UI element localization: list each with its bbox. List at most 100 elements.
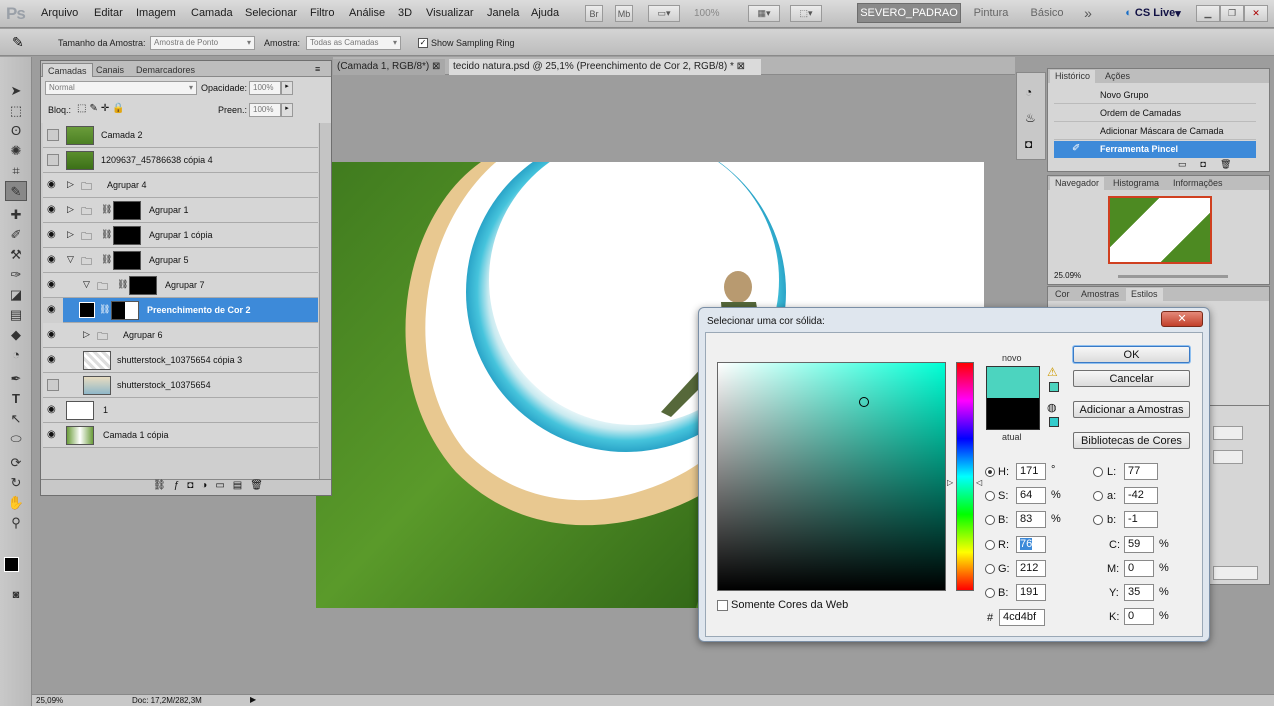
gamut-swatch[interactable] [1049,382,1059,392]
tab-demarcadores[interactable]: Demarcadores [131,63,200,77]
cs-live-button[interactable]: ◐ CS Live ▾ [1118,3,1188,23]
eye-icon[interactable]: ◉ [47,329,59,341]
hue-slider-right-arrow-icon[interactable]: ◁ [976,478,982,487]
view-extras-button[interactable]: ▭▾ [648,5,680,22]
pen-tool-icon[interactable]: ✒ [5,369,27,389]
bridge-icon[interactable]: Br [585,5,603,22]
sample-select[interactable]: Todas as Camadas ▾ [306,36,401,50]
tab-historico[interactable]: Histórico [1050,70,1096,83]
panel-select[interactable] [1213,426,1243,440]
foreground-color-swatch[interactable] [4,557,19,572]
red-radio[interactable] [985,540,995,550]
brightness-field[interactable]: 83 [1016,511,1046,528]
expand-arrow-icon[interactable]: ▷ [67,229,74,240]
collapse-arrow-icon[interactable]: ▽ [83,279,90,290]
minimize-button[interactable]: ▁ [1196,5,1220,22]
tab-navegador[interactable]: Navegador [1050,177,1105,190]
expand-arrow-icon[interactable]: ▷ [67,204,74,215]
layer-row[interactable]: ◉ 1 [43,398,318,423]
menu-3d[interactable]: 3D [398,7,412,19]
tab-camadas[interactable]: Camadas [42,63,93,77]
close-tab-icon[interactable]: ⊠ [432,61,440,72]
type-tool-icon[interactable]: T [5,389,27,409]
lab-a-field[interactable]: -42 [1124,487,1158,504]
tab-estilos[interactable]: Estilos [1126,288,1163,301]
eyedropper-tool-icon[interactable]: ✎ [12,34,24,51]
zoom-tool-icon[interactable]: ⚲ [5,513,27,533]
layer-group-row[interactable]: ◉ ▽ 🗀 ⛓ Agrupar 5 [43,248,318,273]
tab-cor[interactable]: Cor [1050,288,1075,301]
cyan-field[interactable]: 59 [1124,536,1154,553]
lab-b-field[interactable]: -1 [1124,511,1158,528]
menu-janela[interactable]: Janela [487,7,519,19]
layer-group-row[interactable]: ◉ ▽ 🗀 ⛓ Agrupar 7 [43,273,318,298]
brightness-radio[interactable] [985,515,995,525]
restore-button[interactable]: ❐ [1220,5,1244,22]
hue-slider[interactable] [956,362,974,591]
visibility-toggle[interactable] [47,154,59,166]
lab-l-radio[interactable] [1093,467,1103,477]
hex-field[interactable]: 4cd4bf [999,609,1045,626]
hue-field[interactable]: 171 [1016,463,1046,480]
out-of-gamut-warning-icon[interactable]: ⚠ [1047,365,1058,379]
eye-icon[interactable]: ◉ [47,179,59,191]
healing-brush-tool-icon[interactable]: ✚ [5,205,27,225]
fill-field[interactable]: 100% [249,103,281,117]
blue-radio[interactable] [985,588,995,598]
menu-visualizar[interactable]: Visualizar [426,7,474,19]
eye-icon[interactable]: ◉ [47,429,59,441]
layers-footer-icons[interactable]: ⛓ƒ◘◑▭▤🗑 [41,479,331,495]
blue-field[interactable]: 191 [1016,584,1046,601]
layer-group-row[interactable]: ◉ ▷ 🗀 ⛓ Agrupar 1 cópia [43,223,318,248]
lock-icons[interactable]: ⬚✎✛🔒 [77,103,128,114]
history-item[interactable]: Ordem de Camadas [1054,105,1256,122]
layer-row-selected[interactable]: ⛓ Preenchimento de Cor 2 [63,298,318,323]
shape-tool-icon[interactable]: ⬭ [5,429,27,449]
expand-arrow-icon[interactable]: ▷ [67,179,74,190]
visibility-toggle[interactable] [47,129,59,141]
quick-mask-icon[interactable]: ◙ [5,585,27,605]
close-icon[interactable]: ✕ [1161,311,1203,327]
layer-row[interactable]: Camada 2 [43,123,318,148]
minibridge-icon[interactable]: Mb [615,5,633,22]
current-color-swatch[interactable] [986,398,1040,430]
magenta-field[interactable]: 0 [1124,560,1154,577]
menu-ajuda[interactable]: Ajuda [531,7,559,19]
workspace-basico[interactable]: Básico [1024,3,1070,23]
eraser-tool-icon[interactable]: ◪ [5,285,27,305]
layer-group-row[interactable]: ◉ ▷ 🗀 Agrupar 4 [43,173,318,198]
clone-stamp-tool-icon[interactable]: ⚒ [5,245,27,265]
panel-menu-icon[interactable]: ≡ [315,64,320,74]
tab-histograma[interactable]: Histograma [1108,177,1164,190]
fill-color-thumbnail[interactable] [79,302,95,318]
navigator-zoom-slider[interactable] [1118,275,1228,278]
history-footer-icons[interactable]: ▭◘🗑 [1048,159,1269,171]
history-item[interactable]: Adicionar Máscara de Camada [1054,123,1256,140]
eye-icon[interactable]: ◉ [47,279,59,291]
3d-rotate-tool-icon[interactable]: ⟳ [5,453,27,473]
blend-mode-select[interactable]: Normal ▾ [45,81,197,95]
gradient-tool-icon[interactable]: ▤ [5,305,27,325]
panel-select[interactable] [1213,566,1258,580]
fill-slider-button[interactable]: ▸ [281,103,293,117]
hue-slider-left-arrow-icon[interactable]: ▷ [947,478,953,487]
menu-imagem[interactable]: Imagem [136,7,176,19]
opacity-field[interactable]: 100% [249,81,281,95]
web-colors-only-checkbox[interactable] [717,600,728,611]
panel-select[interactable] [1213,450,1243,464]
opacity-slider-button[interactable]: ▸ [281,81,293,95]
crop-tool-icon[interactable]: ⌗ [5,161,27,181]
tab-canais[interactable]: Canais [91,63,129,77]
layer-group-row[interactable]: ◉ ▷ 🗀 ⛓ Agrupar 1 [43,198,318,223]
eye-icon[interactable]: ◉ [47,404,59,416]
more-workspaces-button[interactable]: » [1078,3,1098,23]
red-field[interactable]: 76 [1016,536,1046,553]
navigator-zoom[interactable]: 25.09% [1054,271,1081,280]
tab-acoes[interactable]: Ações [1100,70,1135,83]
hue-radio[interactable] [985,467,995,477]
green-field[interactable]: 212 [1016,560,1046,577]
lab-l-field[interactable]: 77 [1124,463,1158,480]
tab-amostras[interactable]: Amostras [1076,288,1124,301]
eye-icon[interactable]: ◉ [47,254,59,266]
menu-arquivo[interactable]: Arquivo [41,7,78,19]
